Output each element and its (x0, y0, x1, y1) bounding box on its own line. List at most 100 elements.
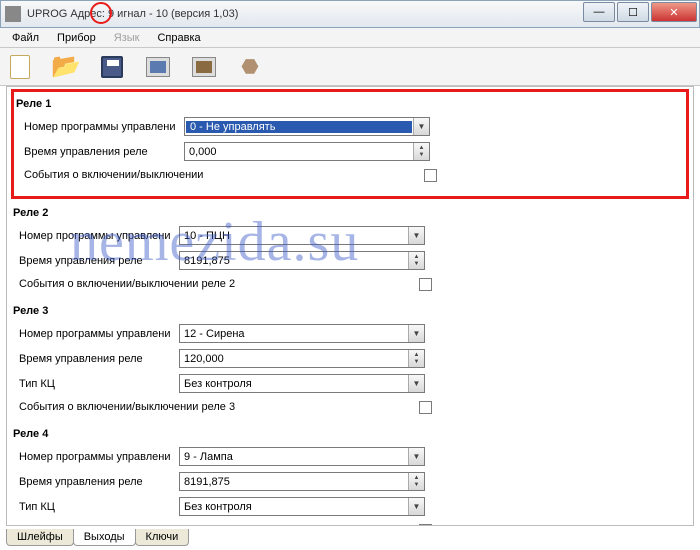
field-value: 10 - ПЦН (180, 230, 408, 242)
tab-keys[interactable]: Ключи (135, 529, 190, 546)
form-row: Время управления реле120,000▲▼ (11, 346, 689, 371)
field-label: Номер программы управлени (24, 121, 184, 133)
field-label: События о включении/выключении реле 4 (19, 524, 419, 526)
save-icon (101, 56, 123, 78)
save-button[interactable] (98, 53, 126, 81)
field-label: Номер программы управлени (19, 451, 179, 463)
chip-read-icon (146, 57, 170, 77)
field-label: События о включении/выключении (24, 169, 424, 181)
form-row: Тип КЦБез контроля▼ (11, 494, 689, 519)
select-field[interactable]: 9 - Лампа▼ (179, 447, 425, 466)
form-row: События о включении/выключении реле 4 (11, 519, 689, 526)
menubar: Файл Прибор Язык Справка (0, 28, 700, 48)
app-icon (5, 6, 21, 22)
menu-device[interactable]: Прибор (49, 30, 104, 46)
select-field[interactable]: 0 - Не управлять▼ (184, 117, 430, 136)
new-file-button[interactable] (6, 53, 34, 81)
bottom-tabs: Шлейфы Выходы Ключи (6, 529, 188, 546)
chevron-down-icon[interactable]: ▼ (413, 118, 429, 135)
field-label: Тип КЦ (19, 501, 179, 513)
field-value: Без контроля (180, 378, 408, 390)
content-panel: Реле 1Номер программы управлени0 - Не уп… (6, 86, 694, 526)
chevron-down-icon[interactable]: ▼ (408, 498, 424, 515)
relay-section: Реле 1Номер программы управлени0 - Не уп… (11, 89, 689, 199)
field-value: 0,000 (185, 146, 413, 158)
chip-write-icon (192, 57, 216, 77)
write-device-button[interactable] (190, 53, 218, 81)
form-row: Время управления реле8191,875▲▼ (11, 248, 689, 273)
tab-outputs[interactable]: Выходы (73, 529, 136, 546)
window-titlebar: UPROG Адрес: 9 игнал - 10 (версия 1,03) … (0, 0, 700, 28)
relay-header: Реле 1 (16, 96, 684, 114)
form-row: Время управления реле8191,875▲▼ (11, 469, 689, 494)
select-field[interactable]: 12 - Сирена▼ (179, 324, 425, 343)
field-value: 8191,875 (180, 255, 408, 267)
field-label: События о включении/выключении реле 3 (19, 401, 419, 413)
events-checkbox[interactable] (419, 401, 432, 414)
form-row: Номер программы управлени9 - Лампа▼ (11, 444, 689, 469)
form-row: События о включении/выключении реле 3 (11, 396, 689, 418)
new-file-icon (10, 55, 30, 79)
home-button[interactable]: ⬣ (236, 53, 264, 81)
field-label: Время управления реле (19, 353, 179, 365)
close-button[interactable]: ✕ (651, 2, 697, 22)
field-label: Время управления реле (19, 255, 179, 267)
toolbar: 📂 ⬣ (0, 48, 700, 86)
relay-section: Реле 3Номер программы управлени12 - Сире… (11, 303, 689, 418)
folder-open-icon: 📂 (51, 52, 81, 81)
tab-loops[interactable]: Шлейфы (6, 529, 74, 546)
events-checkbox[interactable] (424, 169, 437, 182)
menu-file[interactable]: Файл (4, 30, 47, 46)
window-controls: — ☐ ✕ (581, 2, 697, 22)
chevron-down-icon[interactable]: ▼ (408, 325, 424, 342)
home-icon: ⬣ (241, 54, 258, 79)
menu-help[interactable]: Справка (149, 30, 208, 46)
window-title: UPROG Адрес: 9 игнал - 10 (версия 1,03) (27, 8, 238, 20)
field-value: 12 - Сирена (180, 328, 408, 340)
form-row: Номер программы управлени12 - Сирена▼ (11, 321, 689, 346)
form-row: Тип КЦБез контроля▼ (11, 371, 689, 396)
field-value: 120,000 (180, 353, 408, 365)
chevron-down-icon[interactable]: ▼ (408, 375, 424, 392)
select-field[interactable]: Без контроля▼ (179, 497, 425, 516)
select-field[interactable]: 10 - ПЦН▼ (179, 226, 425, 245)
spin-buttons[interactable]: ▲▼ (413, 143, 429, 160)
events-checkbox[interactable] (419, 278, 432, 291)
relay-section: Реле 2Номер программы управлени10 - ПЦН▼… (11, 205, 689, 295)
menu-language: Язык (106, 30, 148, 46)
field-label: Время управления реле (19, 476, 179, 488)
spin-buttons[interactable]: ▲▼ (408, 350, 424, 367)
field-value: 0 - Не управлять (186, 121, 412, 133)
form-row: События о включении/выключении (16, 164, 684, 186)
form-row: Номер программы управлени10 - ПЦН▼ (11, 223, 689, 248)
field-value: 9 - Лампа (180, 451, 408, 463)
spin-field[interactable]: 0,000▲▼ (184, 142, 430, 161)
relay-header: Реле 3 (11, 303, 689, 321)
spin-field[interactable]: 120,000▲▼ (179, 349, 425, 368)
relay-section: Реле 4Номер программы управлени9 - Лампа… (11, 426, 689, 526)
form-row: События о включении/выключении реле 2 (11, 273, 689, 295)
chevron-down-icon[interactable]: ▼ (408, 227, 424, 244)
field-label: Тип КЦ (19, 378, 179, 390)
minimize-button[interactable]: — (583, 2, 615, 22)
spin-buttons[interactable]: ▲▼ (408, 473, 424, 490)
spin-field[interactable]: 8191,875▲▼ (179, 472, 425, 491)
spin-buttons[interactable]: ▲▼ (408, 252, 424, 269)
open-file-button[interactable]: 📂 (52, 53, 80, 81)
relay-header: Реле 2 (11, 205, 689, 223)
field-value: Без контроля (180, 501, 408, 513)
chevron-down-icon[interactable]: ▼ (408, 448, 424, 465)
form-row: Время управления реле0,000▲▼ (16, 139, 684, 164)
maximize-button[interactable]: ☐ (617, 2, 649, 22)
field-label: Время управления реле (24, 146, 184, 158)
field-label: Номер программы управлени (19, 328, 179, 340)
field-value: 8191,875 (180, 476, 408, 488)
form-row: Номер программы управлени0 - Не управлят… (16, 114, 684, 139)
field-label: Номер программы управлени (19, 230, 179, 242)
select-field[interactable]: Без контроля▼ (179, 374, 425, 393)
events-checkbox[interactable] (419, 524, 432, 527)
spin-field[interactable]: 8191,875▲▼ (179, 251, 425, 270)
read-device-button[interactable] (144, 53, 172, 81)
relay-header: Реле 4 (11, 426, 689, 444)
field-label: События о включении/выключении реле 2 (19, 278, 419, 290)
